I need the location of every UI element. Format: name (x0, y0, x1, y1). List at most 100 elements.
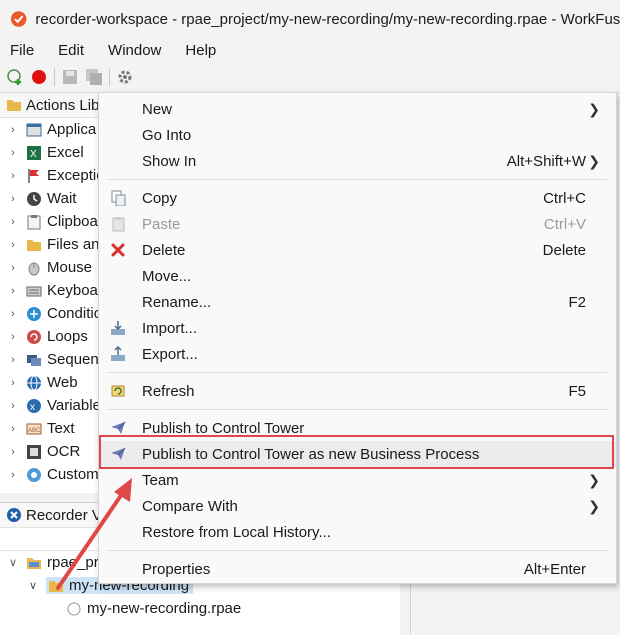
chevron-right-icon[interactable]: › (6, 377, 20, 389)
library-item-label: Applica (47, 121, 97, 138)
toolbar (0, 62, 620, 93)
menu-window[interactable]: Window (108, 42, 161, 59)
library-item-label: Excel (47, 144, 84, 161)
save-all-icon[interactable] (85, 68, 103, 86)
title-bar: recorder-workspace - rpae_project/my-new… (0, 0, 620, 38)
menu-item-new[interactable]: New ❯ (99, 96, 616, 122)
menu-item-copy[interactable]: Copy Ctrl+C (99, 185, 616, 211)
menu-item-label: Restore from Local History... (142, 523, 331, 541)
menu-item-refresh[interactable]: Refresh F5 (99, 378, 616, 404)
menu-item-compare-with[interactable]: Compare With ❯ (99, 493, 616, 519)
menu-item-label: Export... (142, 345, 198, 363)
record-icon[interactable] (30, 68, 48, 86)
chevron-right-icon[interactable]: › (6, 285, 20, 297)
chevron-right-icon[interactable]: › (6, 446, 20, 458)
menu-item-shortcut: F5 (568, 382, 586, 400)
file-icon (67, 602, 81, 615)
chevron-right-icon[interactable]: › (6, 170, 20, 182)
menu-item-label: Delete (142, 241, 186, 259)
menu-item-team[interactable]: Team ❯ (99, 467, 616, 493)
chevron-right-icon: ❯ (588, 100, 600, 117)
library-item-label: Clipboa (47, 213, 98, 230)
chevron-right-icon: ❯ (588, 471, 600, 488)
library-item-label: Mouse (47, 259, 93, 276)
menu-file[interactable]: File (10, 42, 34, 59)
menu-item-paste[interactable]: Paste Ctrl+V (99, 211, 616, 237)
toolbar-separator (54, 68, 55, 86)
chevron-right-icon[interactable]: › (6, 400, 20, 412)
export-icon (109, 345, 127, 363)
library-item-label: Keyboa (47, 282, 98, 299)
menu-item-label: Compare With (142, 497, 238, 515)
chevron-down-icon[interactable]: ∨ (6, 556, 20, 569)
chevron-right-icon[interactable]: › (6, 331, 20, 343)
tree-item-label: my-new-recording.rpae (87, 600, 242, 617)
ocr-icon (27, 444, 41, 459)
chevron-right-icon[interactable]: › (6, 216, 20, 228)
menu-item-properties[interactable]: Properties Alt+Enter (99, 556, 616, 582)
menu-item-shortcut: F2 (568, 293, 586, 311)
menu-item-move[interactable]: Move... (99, 263, 616, 289)
library-item-label: Files an (47, 236, 100, 253)
menu-item-label: Rename... (142, 293, 212, 311)
library-item-label: OCR (47, 443, 81, 460)
delete-icon (109, 241, 127, 259)
menu-item-export[interactable]: Export... (99, 341, 616, 367)
recorder-icon (7, 508, 21, 522)
menu-item-rename[interactable]: Rename... F2 (99, 289, 616, 315)
chevron-right-icon: ❯ (588, 497, 600, 514)
settings-icon[interactable] (116, 68, 134, 86)
svg-text:x: x (30, 402, 35, 413)
menu-item-shortcut: Alt+Enter (523, 560, 586, 578)
menu-separator (107, 550, 607, 551)
library-item-label: Conditio (47, 305, 103, 322)
loop-icon (27, 329, 41, 344)
chevron-right-icon[interactable]: › (6, 193, 20, 205)
variable-icon: x (27, 398, 41, 413)
chevron-right-icon[interactable]: › (6, 239, 20, 251)
library-item-label: Sequen (47, 351, 99, 368)
highlight-box (99, 435, 614, 469)
menu-item-label: Paste (142, 215, 181, 233)
library-item-label: Web (47, 374, 78, 391)
menu-item-restore-from-local-history[interactable]: Restore from Local History... (99, 519, 616, 545)
clipboard-icon (27, 214, 41, 229)
chevron-right-icon: ❯ (588, 152, 600, 169)
new-icon[interactable] (6, 68, 24, 86)
menu-item-label: Go Into (142, 126, 192, 144)
sequence-icon (27, 354, 41, 366)
chevron-right-icon[interactable]: › (6, 354, 20, 366)
chevron-right-icon[interactable]: › (6, 423, 20, 435)
refresh-icon (109, 382, 127, 400)
menu-edit[interactable]: Edit (58, 42, 84, 59)
globe-icon (27, 375, 41, 390)
chevron-right-icon[interactable]: › (6, 262, 20, 274)
menu-item-show-in[interactable]: Show In Alt+Shift+W ❯ (99, 148, 616, 174)
chevron-right-icon[interactable]: › (6, 124, 20, 136)
import-icon (109, 319, 127, 337)
menu-item-shortcut: Delete (542, 241, 586, 259)
chevron-right-icon[interactable]: › (6, 147, 20, 159)
menu-item-shortcut: Alt+Shift+W (506, 152, 586, 170)
window-title: recorder-workspace - rpae_project/my-new… (35, 10, 620, 28)
app-logo-icon (10, 11, 27, 27)
chevron-down-icon[interactable]: ∨ (26, 579, 40, 592)
menu-item-label: New (142, 100, 173, 118)
chevron-right-icon[interactable]: › (6, 308, 20, 320)
menu-item-label: Show In (142, 152, 197, 170)
menu-item-delete[interactable]: Delete Delete (99, 237, 616, 263)
menu-separator (107, 179, 607, 180)
library-item-label: Exceptio (47, 167, 105, 184)
chevron-right-icon[interactable]: › (6, 469, 20, 481)
toolbar-separator (109, 68, 110, 86)
menu-item-go-into[interactable]: Go Into (99, 122, 616, 148)
menu-help[interactable]: Help (185, 42, 216, 59)
folder-icon (7, 100, 21, 111)
save-icon[interactable] (61, 68, 79, 86)
menu-item-import[interactable]: Import... (99, 315, 616, 341)
copy-icon (109, 189, 127, 207)
tree-item-file[interactable]: my-new-recording.rpae (0, 597, 400, 620)
menu-item-label: Import... (142, 319, 198, 337)
application-icon (26, 123, 42, 136)
context-menu: New ❯ Go Into Show In Alt+Shift+W ❯ Copy Ctrl+C… (98, 92, 617, 584)
